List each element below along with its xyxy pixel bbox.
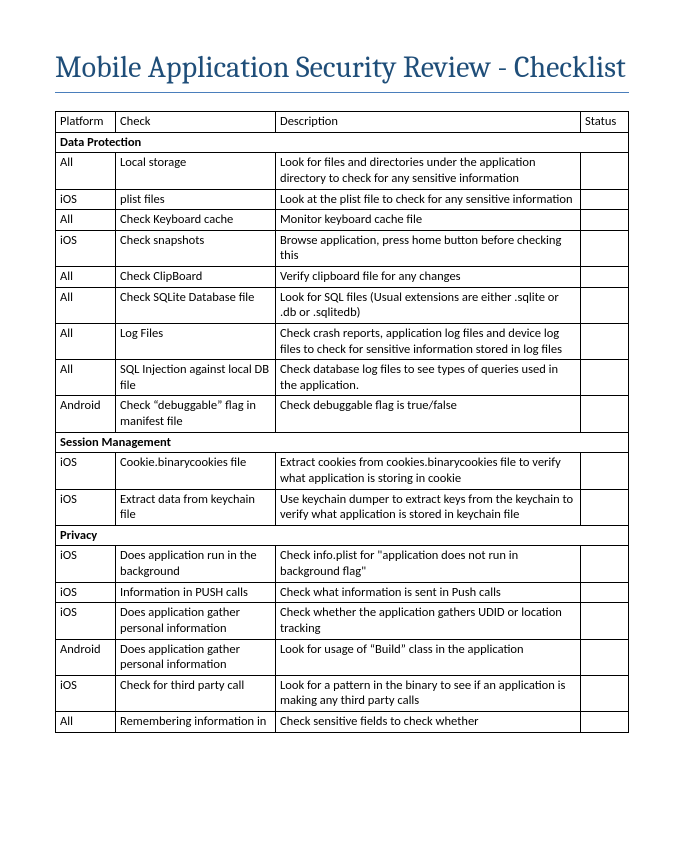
cell-status: [581, 546, 629, 582]
cell-description: Check debuggable flag is true/false: [276, 396, 581, 432]
table-row: AllSQL Injection against local DB fileCh…: [56, 360, 629, 396]
cell-description: Browse application, press home button be…: [276, 230, 581, 266]
cell-check: Check snapshots: [116, 230, 276, 266]
cell-check: Information in PUSH calls: [116, 582, 276, 603]
cell-status: [581, 396, 629, 432]
cell-status: [581, 153, 629, 189]
cell-check: Local storage: [116, 153, 276, 189]
cell-platform: All: [56, 267, 116, 288]
cell-check: Cookie.binarycookies file: [116, 453, 276, 489]
table-row: iOSCheck for third party callLook for a …: [56, 675, 629, 711]
cell-platform: All: [56, 287, 116, 323]
cell-check: Check for third party call: [116, 675, 276, 711]
col-platform: Platform: [56, 112, 116, 133]
table-row: iOSExtract data from keychain fileUse ke…: [56, 489, 629, 525]
cell-status: [581, 189, 629, 210]
cell-status: [581, 360, 629, 396]
cell-description: Look for SQL files (Usual extensions are…: [276, 287, 581, 323]
cell-platform: All: [56, 360, 116, 396]
table-row: iOSInformation in PUSH callsCheck what i…: [56, 582, 629, 603]
cell-description: Look for files and directories under the…: [276, 153, 581, 189]
cell-description: Check sensitive fields to check whether: [276, 712, 581, 733]
table-row: AllCheck Keyboard cacheMonitor keyboard …: [56, 210, 629, 231]
cell-platform: iOS: [56, 489, 116, 525]
table-row: iOSCookie.binarycookies fileExtract cook…: [56, 453, 629, 489]
cell-check: Remembering information in: [116, 712, 276, 733]
cell-description: Look at the plist file to check for any …: [276, 189, 581, 210]
section-row: Privacy: [56, 525, 629, 546]
cell-description: Look for a pattern in the binary to see …: [276, 675, 581, 711]
table-row: AndroidCheck “debuggable” flag in manife…: [56, 396, 629, 432]
cell-check: Does application gather personal informa…: [116, 639, 276, 675]
col-status: Status: [581, 112, 629, 133]
cell-description: Check database log files to see types of…: [276, 360, 581, 396]
cell-description: Check whether the application gathers UD…: [276, 603, 581, 639]
checklist-table: Platform Check Description Status Data P…: [55, 111, 629, 733]
table-row: AllLocal storageLook for files and direc…: [56, 153, 629, 189]
section-name: Session Management: [56, 432, 629, 453]
cell-platform: iOS: [56, 582, 116, 603]
cell-check: plist files: [116, 189, 276, 210]
cell-status: [581, 582, 629, 603]
cell-platform: iOS: [56, 230, 116, 266]
cell-status: [581, 230, 629, 266]
cell-platform: iOS: [56, 603, 116, 639]
cell-check: Check ClipBoard: [116, 267, 276, 288]
table-row: iOSCheck snapshotsBrowse application, pr…: [56, 230, 629, 266]
cell-description: Verify clipboard file for any changes: [276, 267, 581, 288]
cell-check: Check Keyboard cache: [116, 210, 276, 231]
cell-description: Extract cookies from cookies.binarycooki…: [276, 453, 581, 489]
cell-status: [581, 712, 629, 733]
table-row: iOSDoes application gather personal info…: [56, 603, 629, 639]
cell-check: Check SQLite Database file: [116, 287, 276, 323]
table-row: AndroidDoes application gather personal …: [56, 639, 629, 675]
cell-platform: Android: [56, 639, 116, 675]
cell-status: [581, 323, 629, 359]
table-row: AllCheck ClipBoardVerify clipboard file …: [56, 267, 629, 288]
table-row: AllRemembering information inCheck sensi…: [56, 712, 629, 733]
cell-description: Monitor keyboard cache file: [276, 210, 581, 231]
section-row: Data Protection: [56, 132, 629, 153]
table-row: AllCheck SQLite Database fileLook for SQ…: [56, 287, 629, 323]
cell-status: [581, 639, 629, 675]
cell-description: Look for usage of “Build” class in the a…: [276, 639, 581, 675]
header-row: Platform Check Description Status: [56, 112, 629, 133]
cell-platform: iOS: [56, 453, 116, 489]
cell-description: Check what information is sent in Push c…: [276, 582, 581, 603]
cell-description: Check info.plist for "application does n…: [276, 546, 581, 582]
section-name: Privacy: [56, 525, 629, 546]
cell-description: Use keychain dumper to extract keys from…: [276, 489, 581, 525]
cell-platform: All: [56, 323, 116, 359]
cell-status: [581, 210, 629, 231]
cell-platform: All: [56, 712, 116, 733]
cell-check: Extract data from keychain file: [116, 489, 276, 525]
cell-platform: All: [56, 210, 116, 231]
table-row: iOSDoes application run in the backgroun…: [56, 546, 629, 582]
cell-status: [581, 675, 629, 711]
cell-platform: iOS: [56, 675, 116, 711]
section-row: Session Management: [56, 432, 629, 453]
cell-status: [581, 489, 629, 525]
cell-check: SQL Injection against local DB file: [116, 360, 276, 396]
section-name: Data Protection: [56, 132, 629, 153]
cell-description: Check crash reports, application log fil…: [276, 323, 581, 359]
table-row: AllLog FilesCheck crash reports, applica…: [56, 323, 629, 359]
cell-platform: All: [56, 153, 116, 189]
cell-status: [581, 287, 629, 323]
table-row: iOSplist filesLook at the plist file to …: [56, 189, 629, 210]
cell-platform: iOS: [56, 546, 116, 582]
cell-platform: Android: [56, 396, 116, 432]
cell-status: [581, 453, 629, 489]
cell-platform: iOS: [56, 189, 116, 210]
cell-check: Log Files: [116, 323, 276, 359]
cell-status: [581, 267, 629, 288]
cell-status: [581, 603, 629, 639]
col-description: Description: [276, 112, 581, 133]
page-title: Mobile Application Security Review - Che…: [55, 50, 629, 93]
cell-check: Check “debuggable” flag in manifest file: [116, 396, 276, 432]
col-check: Check: [116, 112, 276, 133]
cell-check: Does application run in the background: [116, 546, 276, 582]
cell-check: Does application gather personal informa…: [116, 603, 276, 639]
